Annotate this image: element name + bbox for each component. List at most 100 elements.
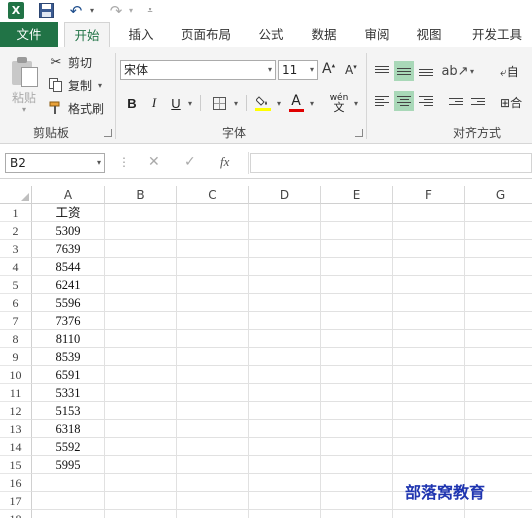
name-box[interactable]: B2 ▾ [5,153,105,173]
row-header[interactable]: 12 [0,402,32,420]
tab-page-layout[interactable]: 页面布局 [170,22,242,47]
cell[interactable] [249,366,321,384]
cell[interactable] [321,438,393,456]
font-name-select[interactable]: 宋体 ▾ [120,60,276,80]
row-header[interactable]: 4 [0,258,32,276]
cell[interactable]: 7376 [32,312,105,330]
cell[interactable] [321,258,393,276]
row-header[interactable]: 3 [0,240,32,258]
cell[interactable]: 5331 [32,384,105,402]
cell[interactable] [32,492,105,510]
copy-button[interactable]: 复制 ▾ [48,76,102,94]
cell[interactable] [465,312,532,330]
cell[interactable] [32,474,105,492]
align-top-icon[interactable] [372,61,392,81]
borders-icon[interactable] [210,93,228,113]
cell[interactable] [177,420,249,438]
cell[interactable] [105,240,177,258]
formula-bar-resize-handle[interactable]: ⋮ [118,155,130,169]
cell[interactable]: 5153 [32,402,105,420]
cell[interactable] [321,312,393,330]
cell[interactable] [177,366,249,384]
cell[interactable] [105,456,177,474]
column-header[interactable]: B [105,186,177,204]
cell[interactable] [249,438,321,456]
row-header[interactable]: 8 [0,330,32,348]
cell[interactable] [177,492,249,510]
cell[interactable] [249,492,321,510]
cell[interactable] [393,294,465,312]
cell[interactable] [321,384,393,402]
fill-color-icon[interactable] [253,93,273,113]
cell[interactable] [177,510,249,518]
cell[interactable] [105,348,177,366]
undo-icon[interactable]: ↶ [67,2,85,20]
cell[interactable] [249,222,321,240]
cell[interactable] [249,474,321,492]
tab-file[interactable]: 文件 [0,22,58,47]
cell[interactable] [177,294,249,312]
decrease-indent-icon[interactable] [446,91,466,111]
cell[interactable]: 8110 [32,330,105,348]
paste-button-label[interactable]: 粘贴 [12,89,36,106]
cell[interactable] [393,222,465,240]
cell[interactable] [393,240,465,258]
row-header[interactable]: 9 [0,348,32,366]
column-header[interactable]: C [177,186,249,204]
cell[interactable] [465,510,532,518]
row-header[interactable]: 17 [0,492,32,510]
cell[interactable] [321,456,393,474]
column-header[interactable]: D [249,186,321,204]
bold-button[interactable]: B [124,93,140,113]
cell[interactable]: 8539 [32,348,105,366]
save-icon[interactable] [38,2,54,19]
cell[interactable] [249,294,321,312]
cell[interactable] [321,474,393,492]
orientation-icon[interactable]: ab↗ [441,61,468,81]
customize-qat-icon[interactable]: ⩡ [145,2,155,19]
cell[interactable] [465,240,532,258]
increase-indent-icon[interactable] [468,91,488,111]
cell[interactable] [393,312,465,330]
cell[interactable] [393,204,465,222]
cell[interactable] [249,348,321,366]
cell[interactable] [177,438,249,456]
tab-review[interactable]: 审阅 [356,22,398,47]
tab-view[interactable]: 视图 [408,22,450,47]
cell[interactable] [177,240,249,258]
cell[interactable] [177,402,249,420]
phonetic-guide-button[interactable]: wén 文 [326,93,352,114]
column-header[interactable]: A [32,186,105,204]
orientation-dropdown-icon[interactable]: ▾ [468,61,476,81]
font-launcher-icon[interactable] [355,129,363,137]
row-header[interactable]: 6 [0,294,32,312]
cell[interactable] [393,330,465,348]
cell[interactable] [105,438,177,456]
cell[interactable]: 5596 [32,294,105,312]
cell[interactable] [105,312,177,330]
redo-dropdown-icon[interactable]: ▾ [127,2,135,19]
cell[interactable] [465,258,532,276]
cell[interactable]: 7639 [32,240,105,258]
cell[interactable] [321,510,393,518]
cell[interactable] [105,330,177,348]
align-right-icon[interactable] [416,91,436,111]
paste-icon[interactable] [12,57,38,87]
column-header[interactable]: G [465,186,532,204]
cell[interactable] [465,402,532,420]
cell[interactable]: 6591 [32,366,105,384]
underline-dropdown-icon[interactable]: ▾ [186,93,194,113]
tab-data[interactable]: 数据 [300,22,348,47]
cell[interactable] [177,456,249,474]
row-header[interactable]: 7 [0,312,32,330]
cell[interactable] [105,420,177,438]
cell[interactable] [465,366,532,384]
cell[interactable] [177,312,249,330]
italic-button[interactable]: I [146,93,162,113]
cell[interactable] [105,294,177,312]
row-header[interactable]: 16 [0,474,32,492]
cell[interactable]: 工资 [32,204,105,222]
cell[interactable] [249,510,321,518]
cancel-icon[interactable]: ✕ [148,154,160,170]
row-header[interactable]: 18 [0,510,32,518]
